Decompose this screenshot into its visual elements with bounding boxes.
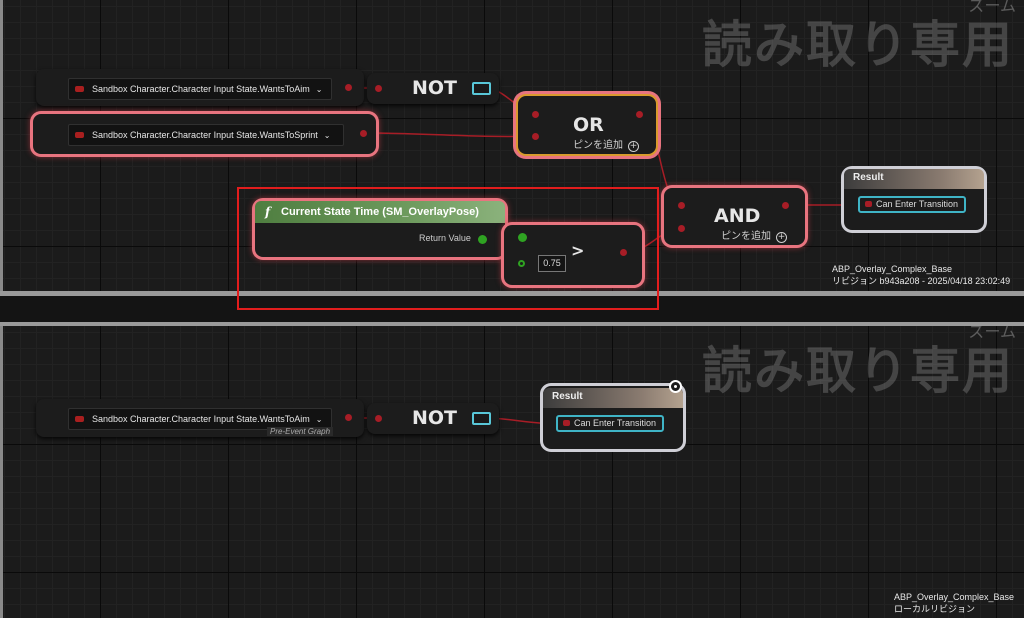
context-tag: Pre-Event Graph (267, 427, 334, 436)
variable-node-wants-to-sprint[interactable]: Sandbox Character.Character Input State.… (33, 114, 376, 154)
graph-caption: ABP_Overlay_Complex_Base ローカルリビジョン (894, 591, 1014, 615)
variable-label: Sandbox Character.Character Input State.… (92, 130, 318, 140)
pin-label: Can Enter Transition (574, 418, 657, 428)
and-node[interactable]: AND ピンを追加 + (664, 188, 805, 245)
chevron-down-icon[interactable]: ⌄ (324, 131, 331, 140)
output-pin[interactable] (360, 130, 367, 137)
graph-panel-bottom[interactable]: ズーム 読み取り専用 Sandbox Character.Character I… (0, 326, 1024, 618)
add-pin-button[interactable]: ピンを追加 + (721, 227, 787, 243)
wire-sprint-to-or (367, 132, 537, 138)
result-node[interactable]: Result Can Enter Transition (543, 380, 683, 449)
input-pin[interactable] (375, 85, 382, 92)
highlight-box (237, 187, 659, 310)
variable-selector[interactable]: Sandbox Character.Character Input State.… (68, 124, 344, 146)
add-pin-button[interactable]: ピンを追加 + (573, 136, 639, 152)
variable-node-wants-to-aim[interactable]: Sandbox Character.Character Input State.… (36, 399, 364, 437)
can-enter-transition-pin[interactable]: Can Enter Transition (556, 415, 665, 432)
add-pin-icon[interactable]: + (628, 141, 639, 152)
watch-icon[interactable] (669, 380, 682, 393)
output-pin[interactable] (472, 82, 491, 95)
variable-selector[interactable]: Sandbox Character.Character Input State.… (68, 78, 332, 100)
output-pin[interactable] (636, 111, 643, 118)
result-node[interactable]: Result Can Enter Transition (844, 169, 984, 230)
not-label: NOT (412, 407, 458, 429)
not-label: NOT (412, 77, 458, 99)
result-header: Result (543, 388, 683, 408)
input-pin[interactable] (375, 415, 382, 422)
bool-pin-icon (75, 132, 84, 138)
output-pin[interactable] (472, 412, 491, 425)
pin-label: Can Enter Transition (876, 199, 959, 209)
bool-pin-icon (865, 201, 872, 207)
chevron-down-icon[interactable]: ⌄ (316, 415, 323, 424)
variable-label: Sandbox Character.Character Input State.… (92, 84, 310, 94)
result-header: Result (844, 169, 984, 189)
input-pin-b[interactable] (678, 225, 685, 232)
add-pin-label: ピンを追加 (721, 231, 771, 242)
add-pin-icon[interactable]: + (776, 232, 787, 243)
or-node[interactable]: OR ピンを追加 + (518, 96, 656, 154)
or-label: OR (573, 114, 604, 136)
and-label: AND (714, 205, 761, 227)
revision-info: ローカルリビジョン (894, 604, 976, 614)
not-node[interactable]: NOT (367, 403, 499, 434)
input-pin-a[interactable] (678, 202, 685, 209)
variable-node-wants-to-aim[interactable]: Sandbox Character.Character Input State.… (36, 69, 364, 106)
bool-pin-icon (75, 86, 84, 92)
chevron-down-icon[interactable]: ⌄ (316, 85, 323, 94)
bool-pin-icon (563, 420, 570, 426)
can-enter-transition-pin[interactable]: Can Enter Transition (858, 196, 967, 213)
asset-name: ABP_Overlay_Complex_Base (832, 264, 953, 274)
input-pin-b[interactable] (532, 133, 539, 140)
wires-bottom (348, 417, 561, 425)
input-pin-a[interactable] (532, 111, 539, 118)
output-pin[interactable] (345, 84, 352, 91)
graph-caption: ABP_Overlay_Complex_Base リビジョン b943a208 … (832, 263, 1010, 287)
revision-info: リビジョン b943a208 - 2025/04/18 23:02:49 (832, 276, 1011, 286)
bool-pin-icon (75, 416, 84, 422)
output-pin[interactable] (345, 414, 352, 421)
add-pin-label: ピンを追加 (573, 140, 623, 151)
not-node[interactable]: NOT (367, 73, 499, 104)
output-pin[interactable] (782, 202, 789, 209)
asset-name: ABP_Overlay_Complex_Base (894, 592, 1015, 602)
variable-label: Sandbox Character.Character Input State.… (92, 414, 310, 424)
